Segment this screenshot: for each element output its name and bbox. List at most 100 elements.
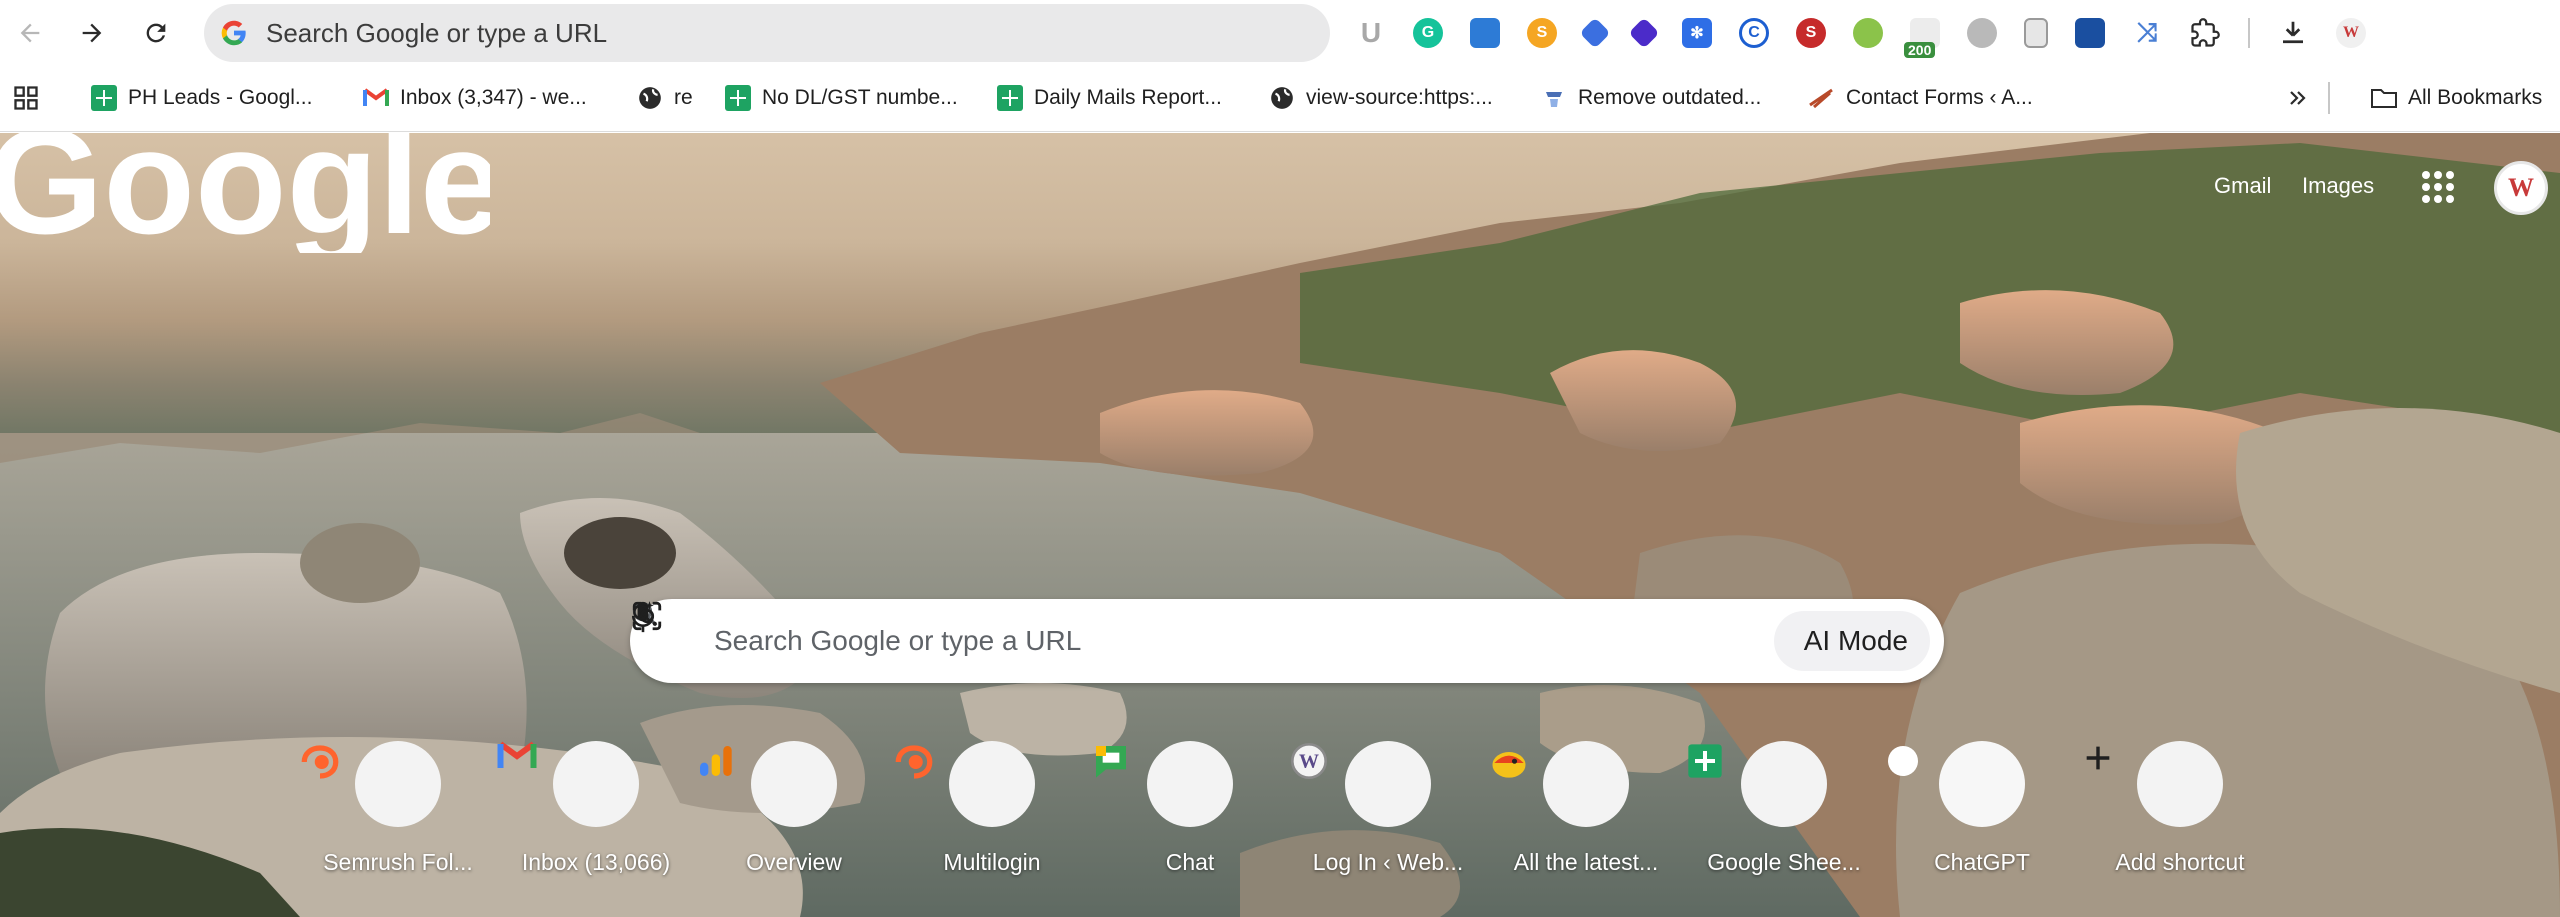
sheets-icon	[997, 85, 1023, 111]
add-shortcut-button[interactable]: Add shortcut	[2081, 741, 2279, 876]
doc-ext-icon[interactable]	[2024, 18, 2048, 48]
images-link[interactable]: Images	[2302, 173, 2374, 199]
all-bookmarks-label: All Bookmarks	[2408, 86, 2543, 109]
new-tab-background: Gmail Images W Google Search Google or t…	[0, 133, 2560, 917]
bookmark-label: re	[674, 86, 693, 109]
seo-ext-icon[interactable]: S	[1527, 18, 1557, 48]
toolbar-divider	[2248, 18, 2250, 48]
remove-icon	[1540, 84, 1568, 112]
globe-icon	[1268, 84, 1296, 112]
bookmarks-divider	[2328, 82, 2330, 114]
bookmark-label: Contact Forms ‹ A...	[1846, 86, 2033, 109]
flag-ext-icon[interactable]	[2075, 18, 2105, 48]
shortcut-label: All the latest...	[1513, 849, 1659, 875]
google-logo: Google	[0, 133, 490, 253]
gear-ext-icon[interactable]: ✻	[1682, 18, 1712, 48]
bookmark-item[interactable]: Inbox (3,347) - we...	[362, 80, 587, 116]
download-icon[interactable]	[2277, 18, 2309, 48]
profile-avatar[interactable]: W	[2494, 161, 2548, 215]
tag-ext-icon[interactable]	[1579, 17, 1611, 49]
omnibox-text: Search Google or type a URL	[266, 17, 608, 48]
contact-forms-icon	[1808, 84, 1836, 112]
semrush-icon	[301, 741, 441, 827]
omnibox[interactable]: Search Google or type a URL	[204, 4, 1330, 62]
u-extension-icon[interactable]: U	[1356, 17, 1386, 48]
shortcut-tile[interactable]: ChatGPT	[1883, 741, 2081, 876]
bookmark-item[interactable]: view-source:https:...	[1268, 80, 1493, 116]
shortcut-tile[interactable]: Multilogin	[893, 741, 1091, 876]
gmail-link[interactable]: Gmail	[2214, 173, 2271, 199]
shortcut-tile[interactable]: Overview	[695, 741, 893, 876]
shortcut-tile[interactable]: Semrush Fol...	[299, 741, 497, 876]
shortcut-tile[interactable]: W Log In ‹ Web...	[1289, 741, 1487, 876]
google-lens-icon[interactable]	[632, 601, 1756, 661]
apps-shortcut-icon[interactable]	[12, 80, 40, 116]
folder-icon	[2370, 84, 2398, 112]
globe-ext-icon[interactable]	[1967, 18, 1997, 48]
sheets-icon	[725, 85, 751, 111]
reload-button[interactable]	[134, 12, 178, 54]
bookmarks-bar: PH Leads - Googl... Inbox (3,347) - we..…	[0, 66, 2560, 132]
search-input[interactable]: Search Google or type a URL	[714, 625, 1654, 657]
google-g-icon	[218, 17, 250, 49]
shortcut-label: Overview	[746, 849, 842, 875]
shortcut-label: Google Shee...	[1707, 849, 1861, 875]
globe-icon	[636, 84, 664, 112]
profile-avatar-small[interactable]: W	[2336, 18, 2366, 48]
bookmark-label: No DL/GST numbe...	[762, 86, 958, 109]
ai-mode-button[interactable]: AI Mode	[633, 601, 1930, 671]
shortcut-label: Semrush Fol...	[323, 849, 473, 875]
more-bookmarks-button[interactable]	[2286, 80, 2310, 116]
link-ext-icon[interactable]: ⤨	[2132, 17, 2162, 48]
svg-text:Google: Google	[0, 133, 490, 253]
copyright-ext-icon[interactable]: C	[1739, 18, 1769, 48]
all-bookmarks-button[interactable]: All Bookmarks	[2370, 80, 2542, 116]
bookmark-label: Daily Mails Report...	[1034, 86, 1222, 109]
bookmark-item[interactable]: PH Leads - Googl...	[90, 80, 312, 116]
shortcut-label: Multilogin	[943, 849, 1041, 875]
leaf-ext-icon[interactable]	[1853, 18, 1883, 48]
back-button[interactable]	[8, 12, 52, 54]
chatgpt-icon	[1888, 741, 2025, 827]
search-icon	[632, 601, 694, 658]
bookmark-item[interactable]: re	[636, 80, 693, 116]
shortcut-tile[interactable]: Google Shee...	[1685, 741, 1883, 876]
forward-button[interactable]	[70, 12, 114, 54]
shortcut-label: Chat	[1165, 849, 1215, 875]
bookmark-item[interactable]: No DL/GST numbe...	[724, 80, 958, 116]
bookmark-item[interactable]: Remove outdated...	[1540, 80, 1761, 116]
shortcut-tile[interactable]: All the latest...	[1487, 741, 1685, 876]
reload-icon	[146, 23, 166, 43]
seo-quake-icon[interactable]: S	[1796, 18, 1826, 48]
sheets-icon	[91, 85, 117, 111]
bookmark-label: view-source:https:...	[1306, 86, 1493, 109]
grammarly-icon[interactable]: G	[1413, 18, 1443, 48]
analytics-icon	[700, 741, 837, 827]
shortcut-label: Add shortcut	[2115, 849, 2245, 875]
semrush-icon	[895, 741, 1035, 827]
bookmark-item[interactable]: Contact Forms ‹ A...	[1808, 80, 2033, 116]
search-box[interactable]: Search Google or type a URL AI Mode	[630, 599, 1944, 683]
extensions-row: U G S ✻ C S 200 ⤨ W	[1356, 10, 2393, 58]
shortcut-label: ChatGPT	[1934, 849, 2030, 875]
gmail-icon	[497, 741, 639, 827]
wordpress-icon: W	[1291, 741, 1431, 827]
bookmark-item[interactable]: Daily Mails Report...	[996, 80, 1222, 116]
diamond-ext-icon[interactable]	[1628, 17, 1660, 49]
shortcut-tile[interactable]: Chat	[1091, 741, 1289, 876]
ai-mode-label: AI Mode	[1803, 625, 1908, 656]
sheets-icon	[1688, 741, 1827, 827]
bird-icon	[1492, 741, 1629, 827]
forward-arrow-icon	[82, 23, 102, 43]
svg-text:W: W	[1299, 751, 1319, 773]
google-apps-icon[interactable]	[2418, 167, 2458, 207]
browser-toolbar: Search Google or type a URL U G S ✻ C S …	[0, 0, 2560, 66]
google-chat-icon	[1096, 741, 1233, 827]
status-200-icon[interactable]: 200	[1904, 18, 1940, 58]
puzzle-ext-icon[interactable]	[1470, 18, 1500, 48]
bookmark-label: Remove outdated...	[1578, 86, 1762, 109]
voice-search-icon[interactable]	[631, 601, 1694, 661]
shortcut-tile[interactable]: Inbox (13,066)	[497, 741, 695, 876]
bookmark-label: PH Leads - Googl...	[128, 86, 313, 109]
extensions-menu-icon[interactable]	[2189, 18, 2221, 48]
